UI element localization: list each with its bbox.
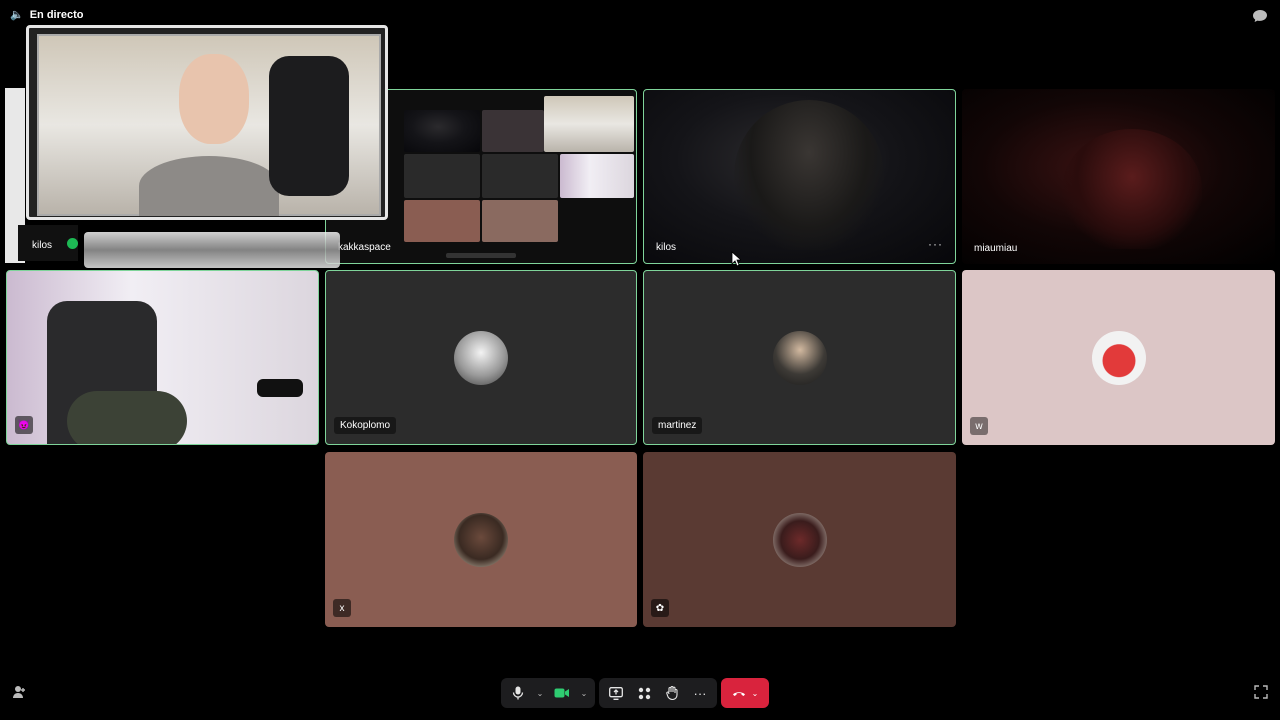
mic-icon bbox=[512, 686, 524, 700]
participant-name: kakkaspace bbox=[338, 242, 391, 253]
live-label: En directo bbox=[29, 8, 84, 21]
add-person-icon bbox=[13, 686, 25, 698]
participants-button[interactable] bbox=[12, 685, 26, 702]
overlay-name-label: kilos bbox=[32, 240, 53, 251]
tile-menu-button[interactable]: ··· bbox=[928, 237, 943, 251]
hangup-button[interactable]: ⌄ bbox=[721, 678, 769, 708]
live-indicator: 🔈 En directo bbox=[10, 8, 84, 22]
more-options-button[interactable]: ··· bbox=[689, 682, 711, 704]
tile-miaumiau[interactable]: miaumiau bbox=[962, 89, 1275, 264]
spotify-icon bbox=[67, 238, 78, 249]
tile-w-user[interactable]: w bbox=[962, 270, 1275, 445]
fullscreen-icon bbox=[1254, 685, 1268, 699]
participant-badge: ✿ bbox=[651, 599, 669, 617]
share-screen-icon bbox=[609, 686, 623, 700]
phone-hangup-icon bbox=[732, 692, 745, 696]
avatar bbox=[772, 512, 827, 567]
more-icon: ··· bbox=[693, 685, 707, 701]
participant-name: martinez bbox=[652, 417, 703, 434]
raise-hand-button[interactable] bbox=[661, 682, 683, 704]
participant-video bbox=[734, 100, 884, 250]
chat-button[interactable] bbox=[1252, 8, 1268, 29]
fullscreen-button[interactable] bbox=[1254, 685, 1268, 702]
participant-video bbox=[1062, 129, 1202, 249]
stream-logo bbox=[84, 232, 340, 268]
tile-flower-user[interactable]: ✿ bbox=[643, 452, 956, 627]
tile-red-icon-user[interactable]: 😈 bbox=[6, 270, 319, 445]
participant-badge: x bbox=[333, 599, 351, 617]
tile-martinez[interactable]: martinez bbox=[643, 270, 956, 445]
avatar bbox=[454, 512, 508, 567]
chat-bubble-icon bbox=[1253, 10, 1267, 22]
participant-name: Kokoplomo bbox=[334, 417, 397, 434]
participant-name: miaumiau bbox=[974, 243, 1018, 254]
call-controls: ⌄ ⌄ ··· ⌄ bbox=[501, 678, 769, 708]
chevron-down-icon[interactable]: ⌄ bbox=[752, 689, 759, 698]
avatar bbox=[454, 330, 508, 385]
mic-button[interactable] bbox=[507, 682, 529, 704]
audio-video-group: ⌄ ⌄ bbox=[501, 678, 595, 708]
tile-x-user[interactable]: x bbox=[325, 452, 637, 627]
reactions-button[interactable] bbox=[633, 682, 655, 704]
hand-icon bbox=[665, 686, 678, 700]
camera-options-button[interactable]: ⌄ bbox=[579, 682, 589, 704]
actions-group: ··· bbox=[599, 678, 717, 708]
camera-icon bbox=[554, 688, 569, 698]
grid-icon bbox=[638, 687, 650, 699]
participant-badge: 😈 bbox=[15, 416, 33, 434]
mouse-cursor-icon bbox=[731, 251, 741, 267]
participant-badge: w bbox=[970, 417, 988, 435]
avatar bbox=[772, 330, 827, 385]
chevron-down-icon: ⌄ bbox=[536, 688, 544, 698]
chevron-down-icon: ⌄ bbox=[580, 688, 588, 698]
participant-name: kilos bbox=[656, 242, 677, 253]
camera-button[interactable] bbox=[551, 682, 573, 704]
share-screen-button[interactable] bbox=[605, 682, 627, 704]
streamer-video bbox=[37, 34, 381, 216]
tile-kokoplomo[interactable]: Kokoplomo bbox=[325, 270, 637, 445]
streamer-webcam-overlay bbox=[26, 25, 388, 220]
speaker-icon: 🔈 bbox=[10, 9, 24, 21]
tile-kilos[interactable]: kilos ··· bbox=[643, 89, 956, 264]
mic-options-button[interactable]: ⌄ bbox=[535, 682, 545, 704]
avatar bbox=[1091, 330, 1146, 385]
